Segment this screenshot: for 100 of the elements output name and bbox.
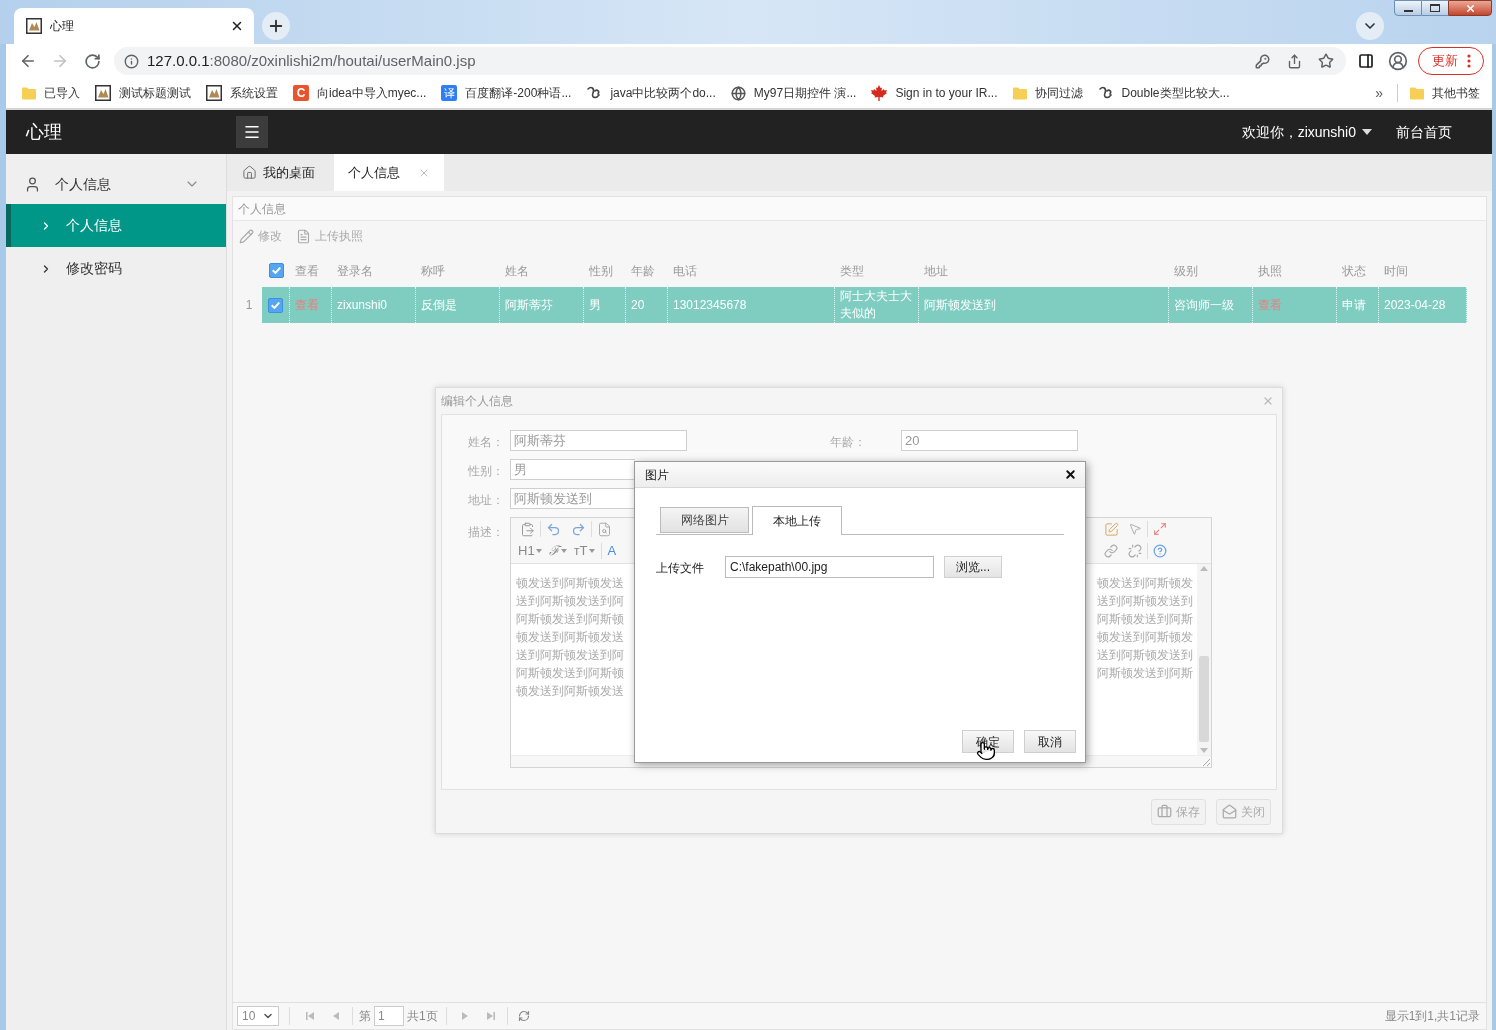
- maximize-icon: [1430, 4, 1440, 12]
- table-cell: 男: [589, 296, 601, 314]
- sidebar-item[interactable]: 修改密码: [6, 247, 226, 290]
- checkbox[interactable]: [268, 262, 284, 278]
- redo-icon[interactable]: [571, 521, 586, 537]
- table-cell: 13012345678: [673, 296, 747, 314]
- column-header: 性别: [589, 264, 613, 278]
- sidebar-item[interactable]: 个人信息: [6, 204, 226, 247]
- scroll-down-arrow-icon: [1200, 748, 1208, 753]
- refresh-icon: [517, 1010, 530, 1022]
- minimize-button[interactable]: [1394, 0, 1422, 16]
- dialog-title: 图片: [645, 466, 669, 484]
- address-bar[interactable]: 127.0.0.1:8080/z0xinlishi2m/houtai/userMain0.jsp: [114, 47, 1346, 75]
- info-icon: [124, 53, 139, 69]
- next-page-icon: [459, 1011, 470, 1021]
- picture-icon: [95, 85, 111, 101]
- editor-text-line: 阿斯顿发送到阿斯: [1097, 665, 1193, 682]
- bookmark[interactable]: 其他书签: [1404, 80, 1486, 106]
- tab-search-button[interactable]: [1356, 12, 1384, 40]
- cursor-icon[interactable]: [1128, 522, 1142, 536]
- share-icon: [1286, 53, 1302, 69]
- bookmark[interactable]: 系统设置: [200, 80, 284, 106]
- maximize-button[interactable]: [1422, 0, 1448, 16]
- document-search-icon[interactable]: [597, 521, 612, 537]
- site-logo: C: [293, 85, 309, 101]
- close-icon[interactable]: [230, 19, 244, 33]
- column-header: 年龄: [631, 264, 655, 278]
- page-input[interactable]: 1: [374, 1006, 404, 1026]
- bookmark[interactable]: Sign in to your IR...: [865, 80, 1004, 106]
- field-label: 年龄：: [830, 434, 866, 449]
- sidebar-group[interactable]: 个人信息: [6, 164, 226, 204]
- page-tab[interactable]: 个人信息: [334, 154, 444, 191]
- field-label: 性别：: [468, 463, 504, 478]
- dialog-tab[interactable]: 网络图片: [660, 507, 749, 533]
- avatar-icon: [1388, 51, 1408, 71]
- bookmark[interactable]: java中比较两个do...: [580, 80, 722, 106]
- cancel-button[interactable]: 取消: [1024, 730, 1076, 753]
- page-tab[interactable]: 我的桌面: [232, 154, 330, 191]
- table-cell: 2023-04-28: [1384, 296, 1446, 314]
- plus-icon: [267, 17, 285, 35]
- home-link[interactable]: 前台首页: [1396, 121, 1452, 143]
- bookmark[interactable]: Double类型比较大...: [1091, 80, 1236, 106]
- column-header: 查看: [295, 264, 319, 278]
- paste-icon[interactable]: [520, 521, 535, 537]
- table-cell: 咨询师一级: [1174, 296, 1234, 314]
- editor-text-line: 送到阿斯顿发送到阿: [516, 593, 625, 610]
- bookmarks-overflow-button[interactable]: »: [1367, 82, 1391, 104]
- undo-icon[interactable]: [546, 521, 561, 537]
- user-menu[interactable]: 欢迎你，zixunshi0: [1241, 121, 1372, 143]
- field-label: 地址：: [468, 492, 504, 507]
- bookmark[interactable]: 译 百度翻译-200种语...: [435, 80, 578, 106]
- picture-icon: [26, 18, 42, 34]
- link-icon[interactable]: [1104, 544, 1118, 558]
- page-size-select[interactable]: 10: [237, 1006, 279, 1026]
- new-tab-button[interactable]: [262, 12, 290, 40]
- home-icon: [242, 165, 257, 180]
- checkmark-icon: [271, 266, 281, 274]
- menu-button[interactable]: [236, 116, 268, 148]
- site-title: 心理: [26, 121, 62, 142]
- close-icon: [1464, 2, 1476, 14]
- bookmark[interactable]: C 向idea中导入myec...: [287, 80, 433, 106]
- swirl-icon: [1097, 85, 1114, 101]
- edit-icon[interactable]: [1104, 521, 1119, 537]
- browser-tab[interactable]: 心理: [14, 8, 254, 44]
- help-icon[interactable]: [1153, 544, 1167, 558]
- panel-title: 个人信息: [238, 200, 286, 218]
- dialog-tab[interactable]: 本地上传: [752, 506, 842, 535]
- bookmark[interactable]: 已导入: [16, 80, 86, 106]
- bookmark[interactable]: 协同过滤: [1006, 80, 1089, 106]
- close-icon[interactable]: [1064, 468, 1077, 481]
- field-label: 姓名：: [468, 434, 504, 449]
- document-icon: [296, 228, 311, 244]
- maple-leaf-icon: [871, 85, 888, 101]
- browse-button[interactable]: 浏览...: [944, 556, 1002, 578]
- first-page-icon: [305, 1011, 315, 1021]
- column-header: 级别: [1174, 264, 1198, 278]
- editor-text-line: 顿发送到阿斯顿发: [1097, 629, 1193, 646]
- side-panel-icon: [1358, 53, 1374, 69]
- column-header: 登录名: [337, 264, 373, 278]
- caret-down-icon: [560, 549, 567, 553]
- star-icon: [1318, 53, 1334, 69]
- folder-icon: [1012, 86, 1027, 100]
- unlink-icon[interactable]: [1128, 544, 1142, 558]
- bookmark[interactable]: My97日期控件 演...: [724, 80, 863, 106]
- checkbox[interactable]: [268, 297, 283, 313]
- bookmark[interactable]: 测试标题测试: [89, 80, 197, 106]
- globe-icon: [730, 85, 746, 101]
- fullscreen-icon[interactable]: [1153, 522, 1167, 536]
- table-cell: zixunshi0: [337, 296, 388, 314]
- column-header: 执照: [1258, 264, 1282, 278]
- table-cell: 阿士大夫士大夫似的: [840, 288, 913, 322]
- file-path-field[interactable]: C:\fakepath\00.jpg: [725, 556, 934, 578]
- editor-text-line: 阿斯顿发送到阿斯顿: [516, 665, 625, 682]
- close-button[interactable]: [1448, 0, 1492, 16]
- caret-down-icon: [535, 549, 542, 553]
- table-cell: 反倒是: [421, 296, 457, 314]
- caret-down-icon: [588, 549, 595, 553]
- pencil-icon: [239, 228, 254, 244]
- page-label: 第: [359, 1008, 371, 1025]
- scrollbar-thumb[interactable]: [1199, 656, 1209, 742]
